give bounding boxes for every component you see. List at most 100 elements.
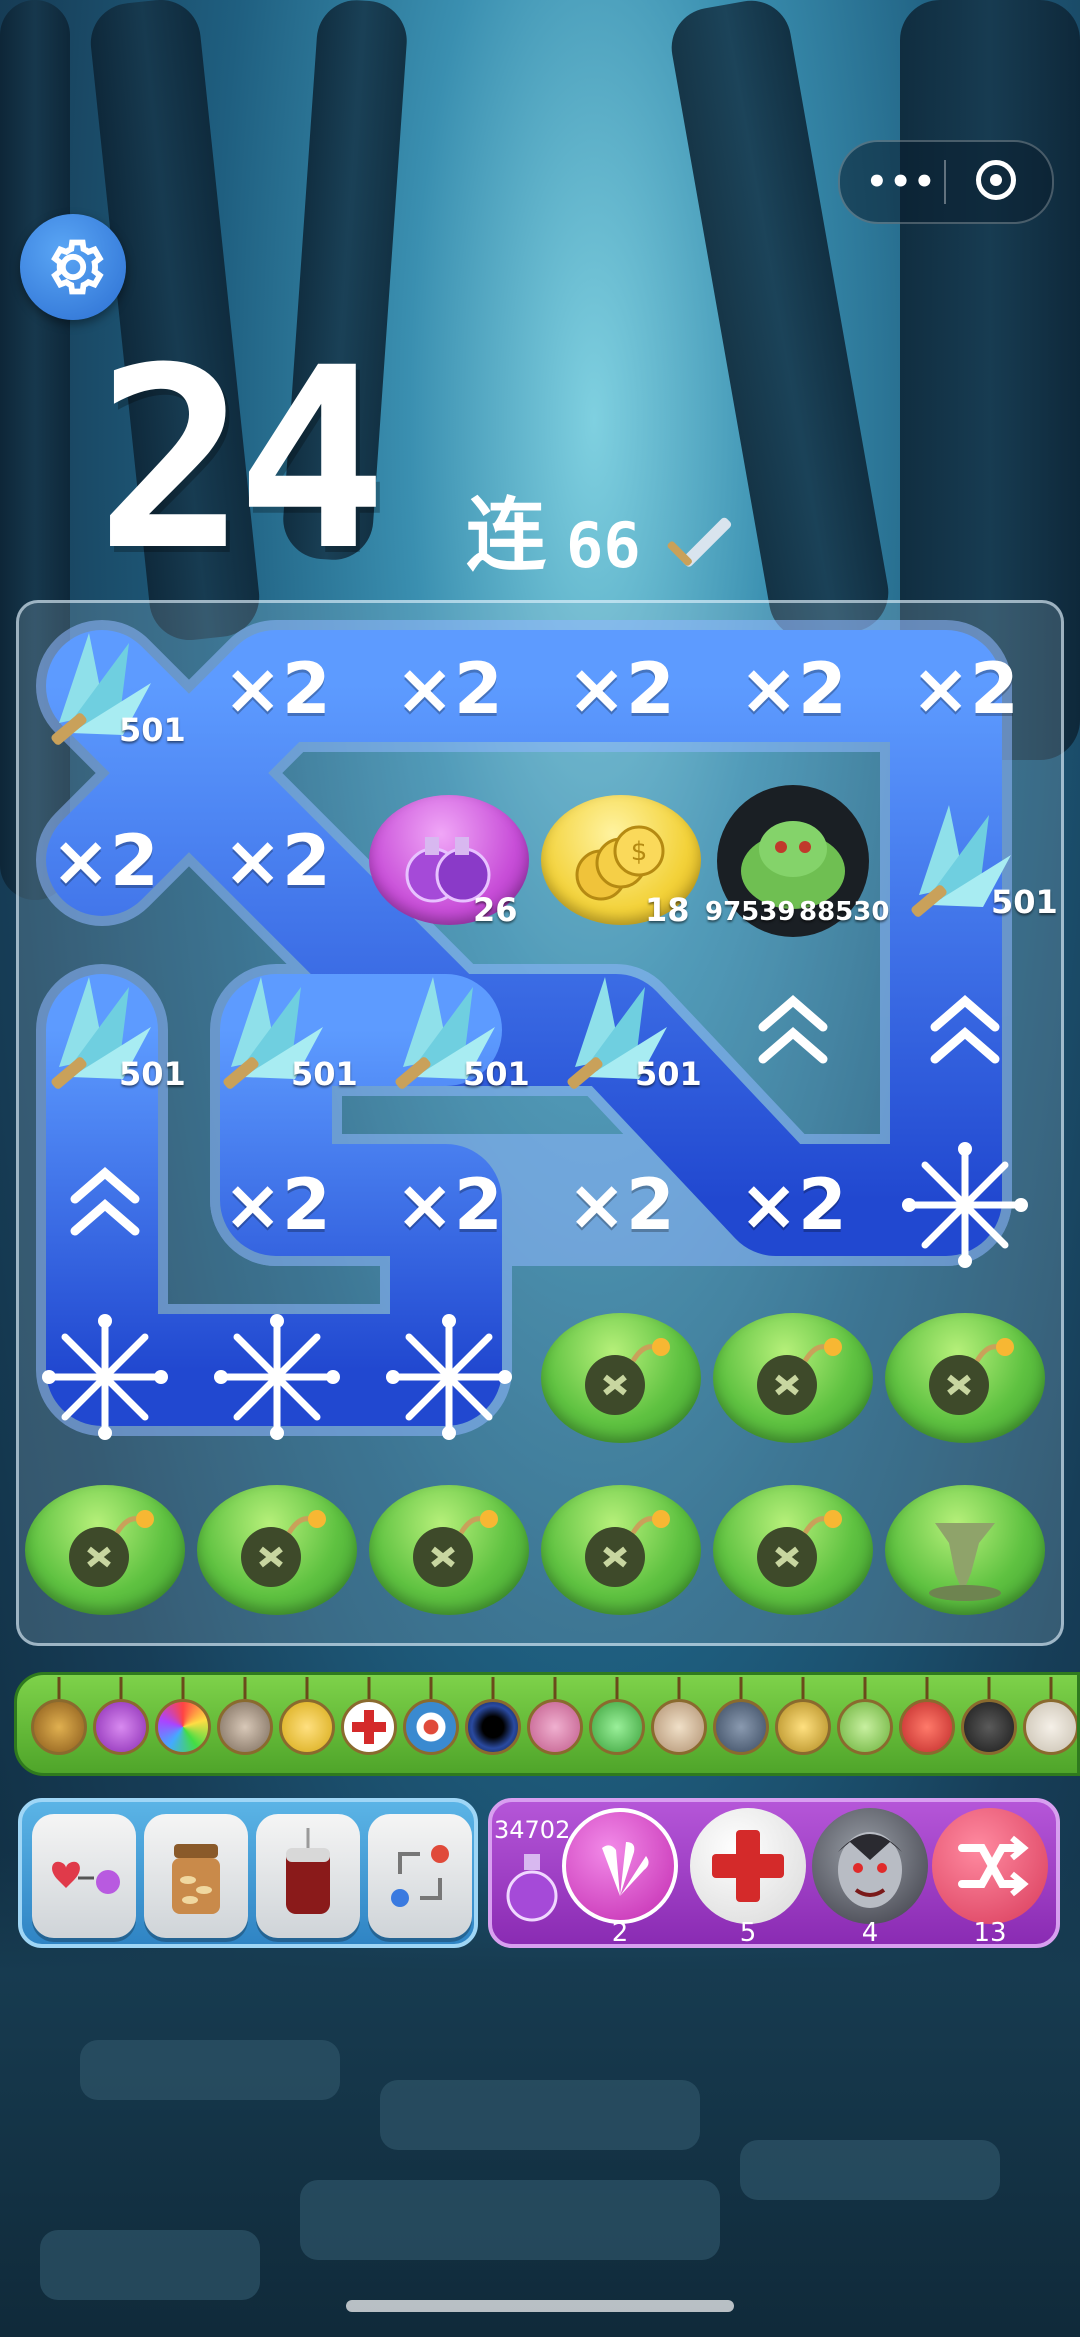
target-relic-icon[interactable]: [403, 1699, 459, 1755]
double-chevron-up-icon: [930, 995, 1000, 1064]
feather-fan-icon: [602, 1842, 649, 1896]
skill-count: 4: [861, 1918, 879, 1948]
multiplier-tile[interactable]: ×2: [535, 603, 707, 775]
sword-tile[interactable]: 501: [19, 603, 191, 775]
skills-panel: 34702 2 5 4 13: [488, 1798, 1060, 1948]
settings-button[interactable]: [20, 214, 126, 320]
gold-coin-relic-icon[interactable]: [279, 1699, 335, 1755]
snowflake-icon: [386, 1314, 512, 1440]
upgrade-arrow-tile[interactable]: [19, 1119, 191, 1291]
old-man-relic-icon[interactable]: [217, 1699, 273, 1755]
multiplier-tile[interactable]: ×2: [191, 1119, 363, 1291]
rainbow-orb-relic-icon[interactable]: [155, 1699, 211, 1755]
sword-tile[interactable]: 501: [879, 775, 1058, 947]
double-chevron-up-icon: [70, 1167, 140, 1236]
swap-icon: [391, 1845, 449, 1907]
coins-tile[interactable]: $ 18: [535, 775, 707, 947]
green-vial-relic-icon[interactable]: [837, 1699, 893, 1755]
blade-fan-icon: [395, 977, 495, 1089]
blade-fan-icon: [567, 977, 667, 1089]
bomb-tile[interactable]: [879, 1291, 1051, 1463]
home-indicator: [346, 2300, 734, 2312]
serpent-relic-icon[interactable]: [527, 1699, 583, 1755]
bomb-tile[interactable]: [19, 1463, 191, 1635]
upgrade-arrow-tile[interactable]: [879, 947, 1051, 1119]
tornado-tile[interactable]: [879, 1463, 1051, 1635]
relic-bar[interactable]: [14, 1672, 1080, 1776]
red-cross-relic-icon[interactable]: [341, 1699, 397, 1755]
more-menu-button[interactable]: •••: [866, 164, 935, 200]
snowflake-tile[interactable]: [191, 1291, 363, 1463]
coins-value: 18: [645, 891, 690, 929]
blade-fan-icon: [51, 977, 151, 1089]
bomb-tile[interactable]: [707, 1463, 879, 1635]
monster-attack: 97539: [705, 897, 796, 927]
multiplier-tile[interactable]: ×2: [363, 1119, 535, 1291]
book-relic-icon[interactable]: [651, 1699, 707, 1755]
close-program-button[interactable]: [976, 160, 1016, 200]
feather-fan-skill-button[interactable]: [562, 1808, 678, 1924]
swap-button[interactable]: [368, 1814, 472, 1938]
sword-icon: [667, 517, 732, 567]
double-chevron-up-icon: [758, 995, 828, 1064]
pill-bottle-button[interactable]: [144, 1814, 248, 1938]
bomb-icon: [585, 1510, 670, 1587]
bomb-icon: [585, 1338, 670, 1415]
blood-bag-button[interactable]: [256, 1814, 360, 1938]
blade-fan-icon: [223, 977, 323, 1089]
heal-skill-button[interactable]: [690, 1808, 806, 1924]
snowflake-tile[interactable]: [19, 1291, 191, 1463]
upgrade-arrow-tile[interactable]: [707, 947, 879, 1119]
bomb-icon: [69, 1510, 154, 1587]
blood-bag-icon: [286, 1828, 330, 1914]
sword-tile[interactable]: 501: [19, 947, 191, 1119]
mana-potion-icon: [506, 1854, 558, 1922]
multiplier-tile[interactable]: ×2: [191, 775, 363, 947]
blade-fan-icon: [911, 805, 1011, 917]
multiplier-tile[interactable]: ×2: [363, 603, 535, 775]
pill-bottle-icon: [172, 1844, 220, 1914]
snowflake-icon: [42, 1314, 168, 1440]
warrior-relic-icon[interactable]: [713, 1699, 769, 1755]
multiplier-tile[interactable]: ×2: [535, 1119, 707, 1291]
multiplier-tile[interactable]: ×2: [191, 603, 363, 775]
bomb-icon: [929, 1338, 1014, 1415]
sword-value: 501: [463, 1055, 530, 1093]
bomb-tile[interactable]: [191, 1463, 363, 1635]
multiplier-tile[interactable]: ×2: [707, 1119, 879, 1291]
multiplier-tile[interactable]: ×2: [879, 603, 1051, 775]
shield-relic-icon[interactable]: [31, 1699, 87, 1755]
heal-cross-icon: [712, 1830, 784, 1902]
black-hole-relic-icon[interactable]: [465, 1699, 521, 1755]
heart-to-potion-icon: [52, 1861, 120, 1894]
sword-value: 501: [635, 1055, 702, 1093]
sword-tile[interactable]: 501: [363, 947, 535, 1119]
monster-hp: 88530: [799, 897, 890, 927]
purple-potion-relic-icon[interactable]: [93, 1699, 149, 1755]
gift-box-relic-icon[interactable]: [899, 1699, 955, 1755]
bomb-tile[interactable]: [535, 1463, 707, 1635]
bomb-tile[interactable]: [707, 1291, 879, 1463]
bomb-icon: [757, 1510, 842, 1587]
tornado-icon: [929, 1523, 1001, 1601]
potion-tile[interactable]: 26: [363, 775, 535, 947]
recycle-relic-icon[interactable]: [589, 1699, 645, 1755]
heart-to-potion-button[interactable]: [32, 1814, 136, 1938]
gold-pile-relic-icon[interactable]: [775, 1699, 831, 1755]
mana-value: 34702: [494, 1816, 571, 1844]
bomb-tile[interactable]: [535, 1291, 707, 1463]
vampire-skill-button[interactable]: [812, 1808, 928, 1924]
monster-tile[interactable]: 97539 88530: [705, 775, 889, 947]
sword-tile[interactable]: 501: [191, 947, 363, 1119]
bomb-tile[interactable]: [363, 1463, 535, 1635]
cross-relic-icon[interactable]: [961, 1699, 1017, 1755]
skill-count: 5: [739, 1918, 757, 1948]
sword-tile[interactable]: 501: [535, 947, 707, 1119]
dagger-relic-icon[interactable]: [1023, 1699, 1077, 1755]
snowflake-tile[interactable]: [879, 1119, 1051, 1291]
game-board: 501 ×2 ×2 ×2 ×2 ×2 ×2 ×2 26 $ 18 97539 8…: [16, 600, 1064, 1646]
shuffle-skill-button[interactable]: [932, 1808, 1048, 1924]
multiplier-tile[interactable]: ×2: [19, 775, 191, 947]
snowflake-tile[interactable]: [363, 1291, 535, 1463]
multiplier-tile[interactable]: ×2: [707, 603, 879, 775]
